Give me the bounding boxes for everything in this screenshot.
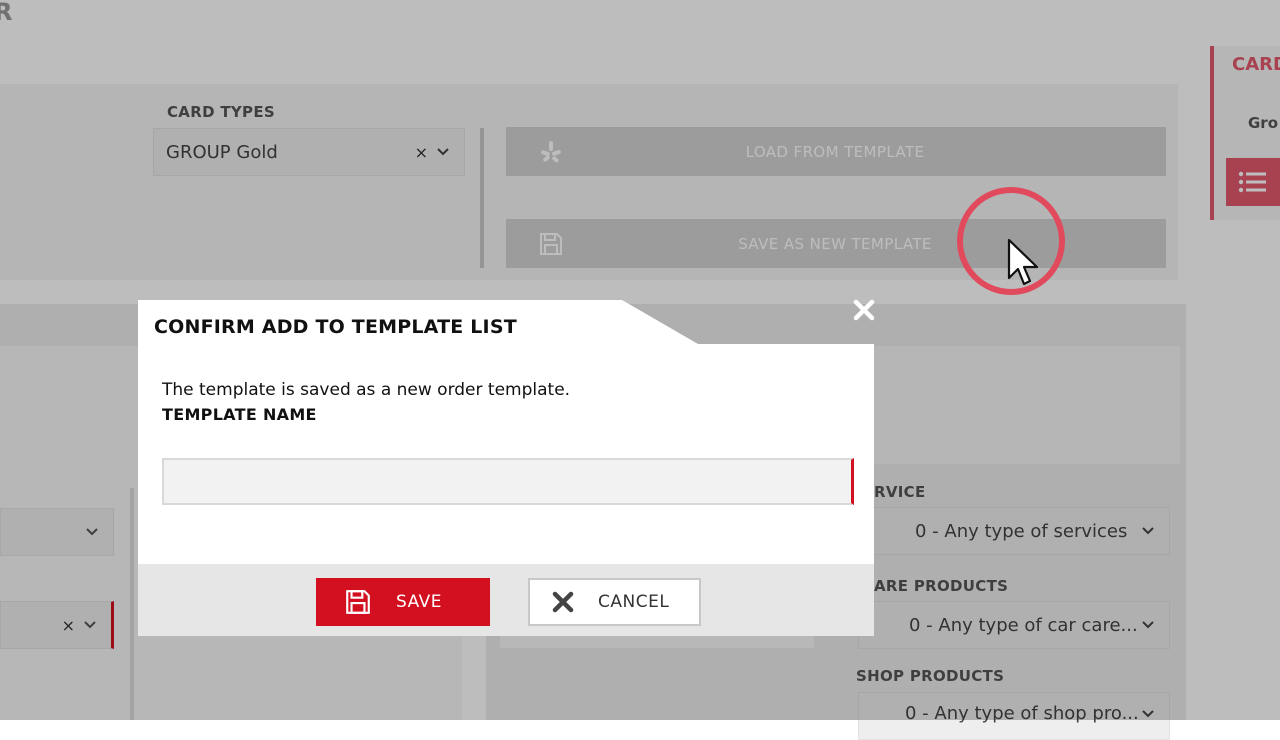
save-button-label: SAVE (396, 592, 443, 612)
modal-title: CONFIRM ADD TO TEMPLATE LIST (154, 316, 517, 338)
mouse-pointer-icon (1007, 238, 1039, 286)
template-name-input[interactable] (162, 458, 854, 505)
save-button[interactable]: SAVE (316, 578, 490, 626)
template-name-label: TEMPLATE NAME (162, 405, 317, 424)
floppy-disk-icon (346, 590, 370, 614)
cancel-button[interactable]: CANCEL (528, 578, 701, 626)
cancel-button-label: CANCEL (598, 592, 670, 612)
modal-message: The template is saved as a new order tem… (162, 380, 571, 400)
close-icon (552, 591, 574, 613)
close-icon[interactable] (852, 298, 876, 322)
